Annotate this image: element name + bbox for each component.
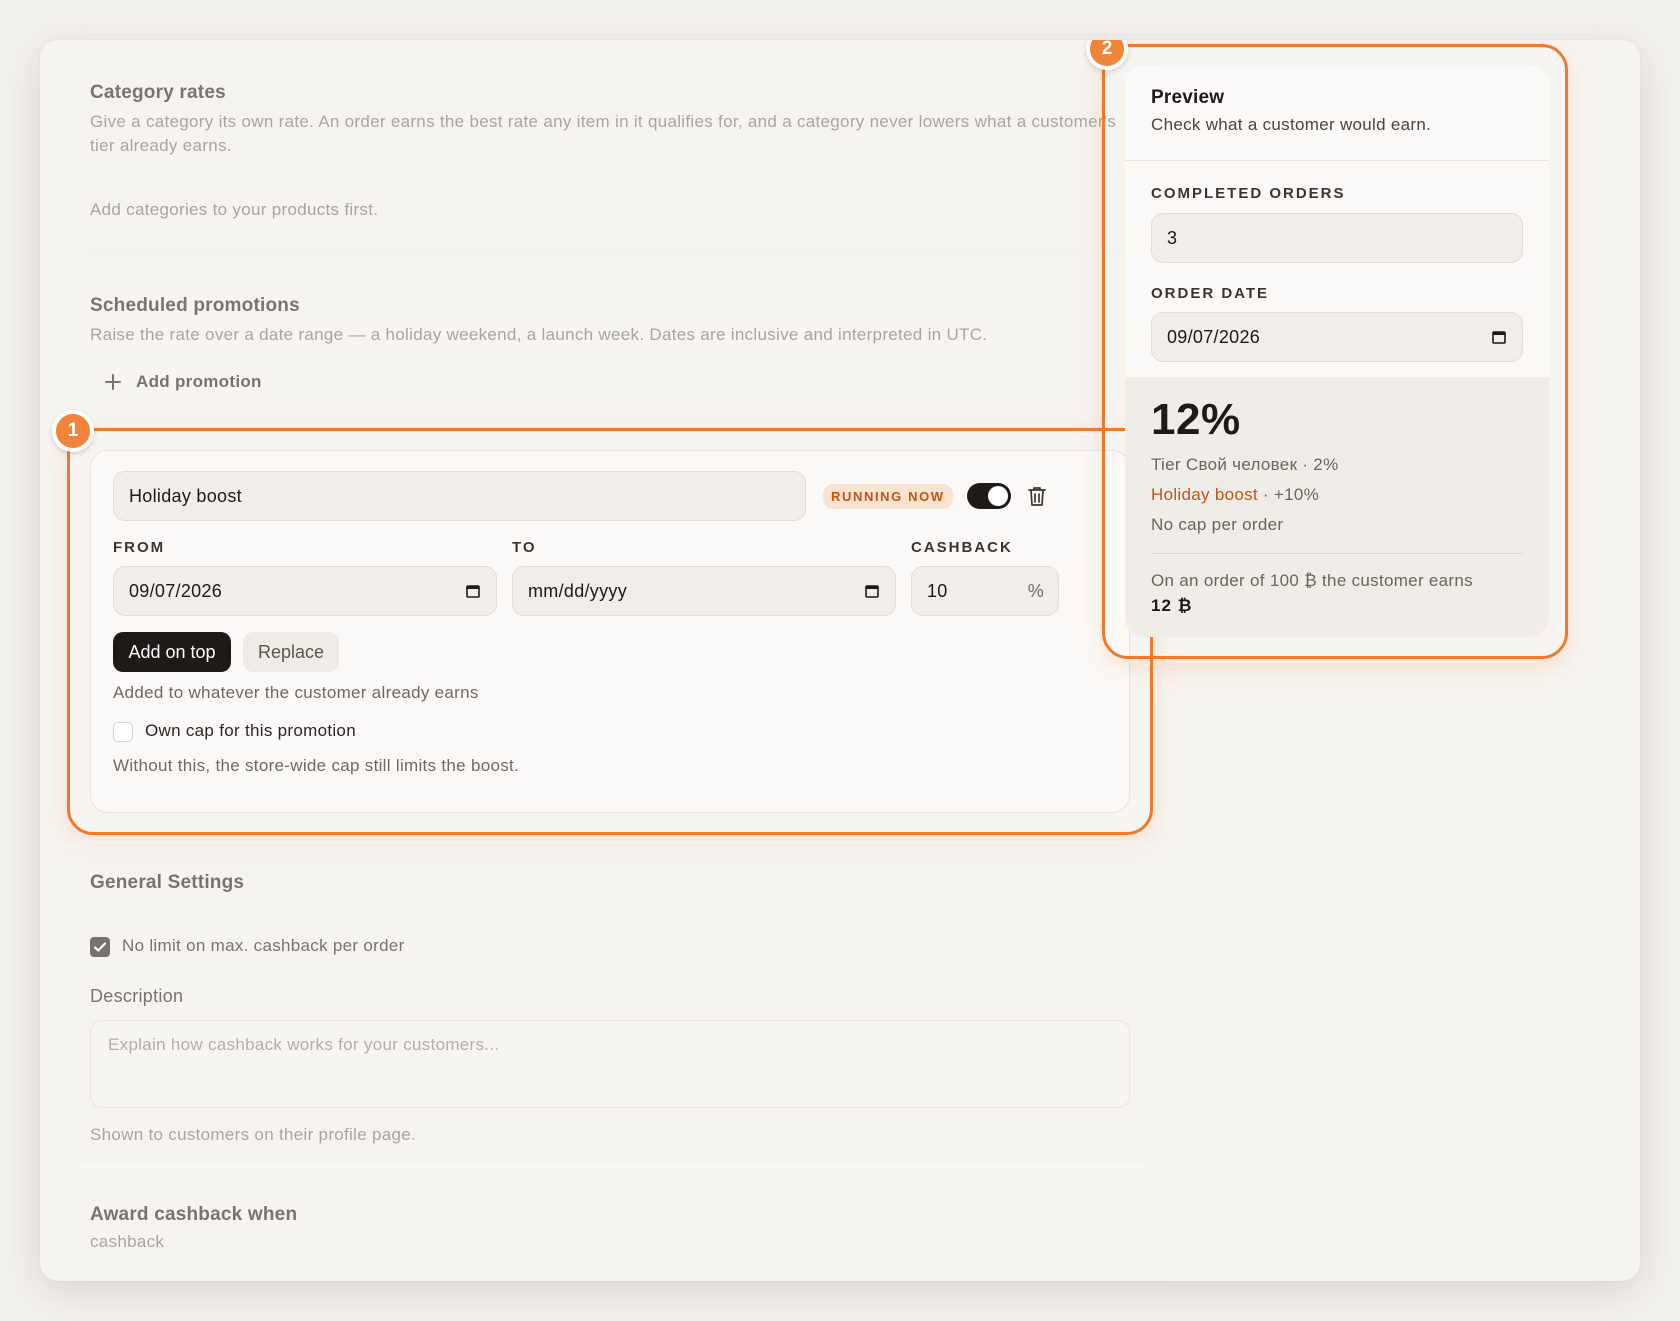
preview-earn-line: On an order of 100 ₿ the customer earns <box>1151 571 1473 590</box>
promotion-card: Holiday boost RUNNING NOW FROM TO CASHBA… <box>90 450 1130 813</box>
completed-orders-input[interactable]: 3 <box>1151 213 1523 263</box>
category-rates-section: Category rates Give a category its own r… <box>64 50 1160 250</box>
from-label: FROM <box>113 539 166 556</box>
description-placeholder: Explain how cashback works for your cust… <box>108 1035 500 1054</box>
category-rates-title: Category rates <box>90 82 226 103</box>
preview-cap-line: No cap per order <box>1151 515 1284 534</box>
cashback-value: 10 <box>927 580 948 601</box>
add-promotion-button[interactable]: Add promotion <box>104 372 262 392</box>
own-cap-label[interactable]: Own cap for this promotion <box>145 721 356 741</box>
preview-promo-line: Holiday boost · +10% <box>1151 485 1319 505</box>
preview-card: Preview Check what a customer would earn… <box>1125 65 1549 637</box>
general-settings-title: General Settings <box>90 872 245 893</box>
description-label: Description <box>90 986 184 1006</box>
scheduled-promotions-title: Scheduled promotions <box>90 295 300 316</box>
cashback-unit: % <box>1027 580 1044 601</box>
scheduled-promotions-header: Scheduled promotions Raise the rate over… <box>90 295 1150 347</box>
settings-window: Category rates Give a category its own r… <box>40 40 1640 1281</box>
category-rates-empty-note: Add categories to your products first. <box>90 200 379 219</box>
description-hint: Shown to customers on their profile page… <box>90 1125 417 1144</box>
no-limit-label[interactable]: No limit on max. cashback per order <box>122 936 405 956</box>
to-date-input[interactable]: mm/dd/yyyy <box>512 566 896 616</box>
calendar-icon[interactable] <box>1492 330 1506 344</box>
completed-orders-label: COMPLETED ORDERS <box>1151 185 1346 202</box>
general-settings-section: General Settings No limit on max. cashba… <box>64 840 1160 1160</box>
no-limit-checkbox[interactable] <box>90 937 110 957</box>
preview-promo-name: Holiday boost <box>1151 485 1258 504</box>
award-title: Award cashback when <box>90 1204 298 1225</box>
preview-earn-value: 12 ₿ <box>1151 596 1193 615</box>
promotion-name-value: Holiday boost <box>129 485 242 506</box>
cashback-label: CASHBACK <box>911 539 1013 556</box>
order-date-value: 09/07/2026 <box>1167 326 1261 347</box>
trash-icon[interactable] <box>1027 485 1047 507</box>
calendar-icon[interactable] <box>466 584 480 598</box>
promotion-enabled-toggle[interactable] <box>967 483 1011 509</box>
preview-promo-boost: · +10% <box>1257 485 1320 504</box>
preview-subtitle: Check what a customer would earn. <box>1151 115 1432 134</box>
plus-icon <box>105 374 121 390</box>
mode-add-on-top-button[interactable]: Add on top <box>113 632 231 672</box>
from-date-input[interactable]: 09/07/2026 <box>113 566 497 616</box>
category-rates-description: Give a category its own rate. An order e… <box>90 112 1117 155</box>
scheduled-promotions-description: Raise the rate over a date range — a hol… <box>90 325 988 344</box>
preview-tier-line: Tier Свой человек · 2% <box>1151 455 1339 474</box>
order-date-input[interactable]: 09/07/2026 <box>1151 312 1523 362</box>
order-date-label: ORDER DATE <box>1151 285 1270 302</box>
calendar-icon[interactable] <box>865 584 879 598</box>
cap-hint: Without this, the store-wide cap still l… <box>113 756 520 775</box>
description-textarea[interactable]: Explain how cashback works for your cust… <box>90 1020 1130 1108</box>
own-cap-checkbox[interactable] <box>113 722 133 742</box>
completed-orders-value: 3 <box>1167 227 1178 248</box>
preview-result-panel: 12% Tier Свой человек · 2% Holiday boost… <box>1125 377 1549 637</box>
promotion-name-input[interactable]: Holiday boost <box>113 471 806 521</box>
preview-title: Preview <box>1151 87 1225 108</box>
preview-result-divider <box>1151 553 1523 554</box>
add-promotion-label: Add promotion <box>136 372 262 391</box>
check-icon <box>93 942 107 952</box>
highlight-badge-1: 1 <box>52 410 94 452</box>
to-date-value: mm/dd/yyyy <box>528 580 628 601</box>
from-date-value: 09/07/2026 <box>129 580 223 601</box>
award-section: Award cashback when cashback <box>64 1176 1160 1281</box>
cashback-input[interactable]: 10 % <box>911 566 1059 616</box>
preview-divider <box>1125 160 1549 161</box>
preview-rate: 12% <box>1151 395 1241 444</box>
to-label: TO <box>512 539 537 556</box>
award-value: cashback <box>90 1232 165 1251</box>
mode-hint: Added to whatever the customer already e… <box>113 683 479 702</box>
status-badge: RUNNING NOW <box>823 484 953 509</box>
mode-replace-button[interactable]: Replace <box>243 632 339 672</box>
